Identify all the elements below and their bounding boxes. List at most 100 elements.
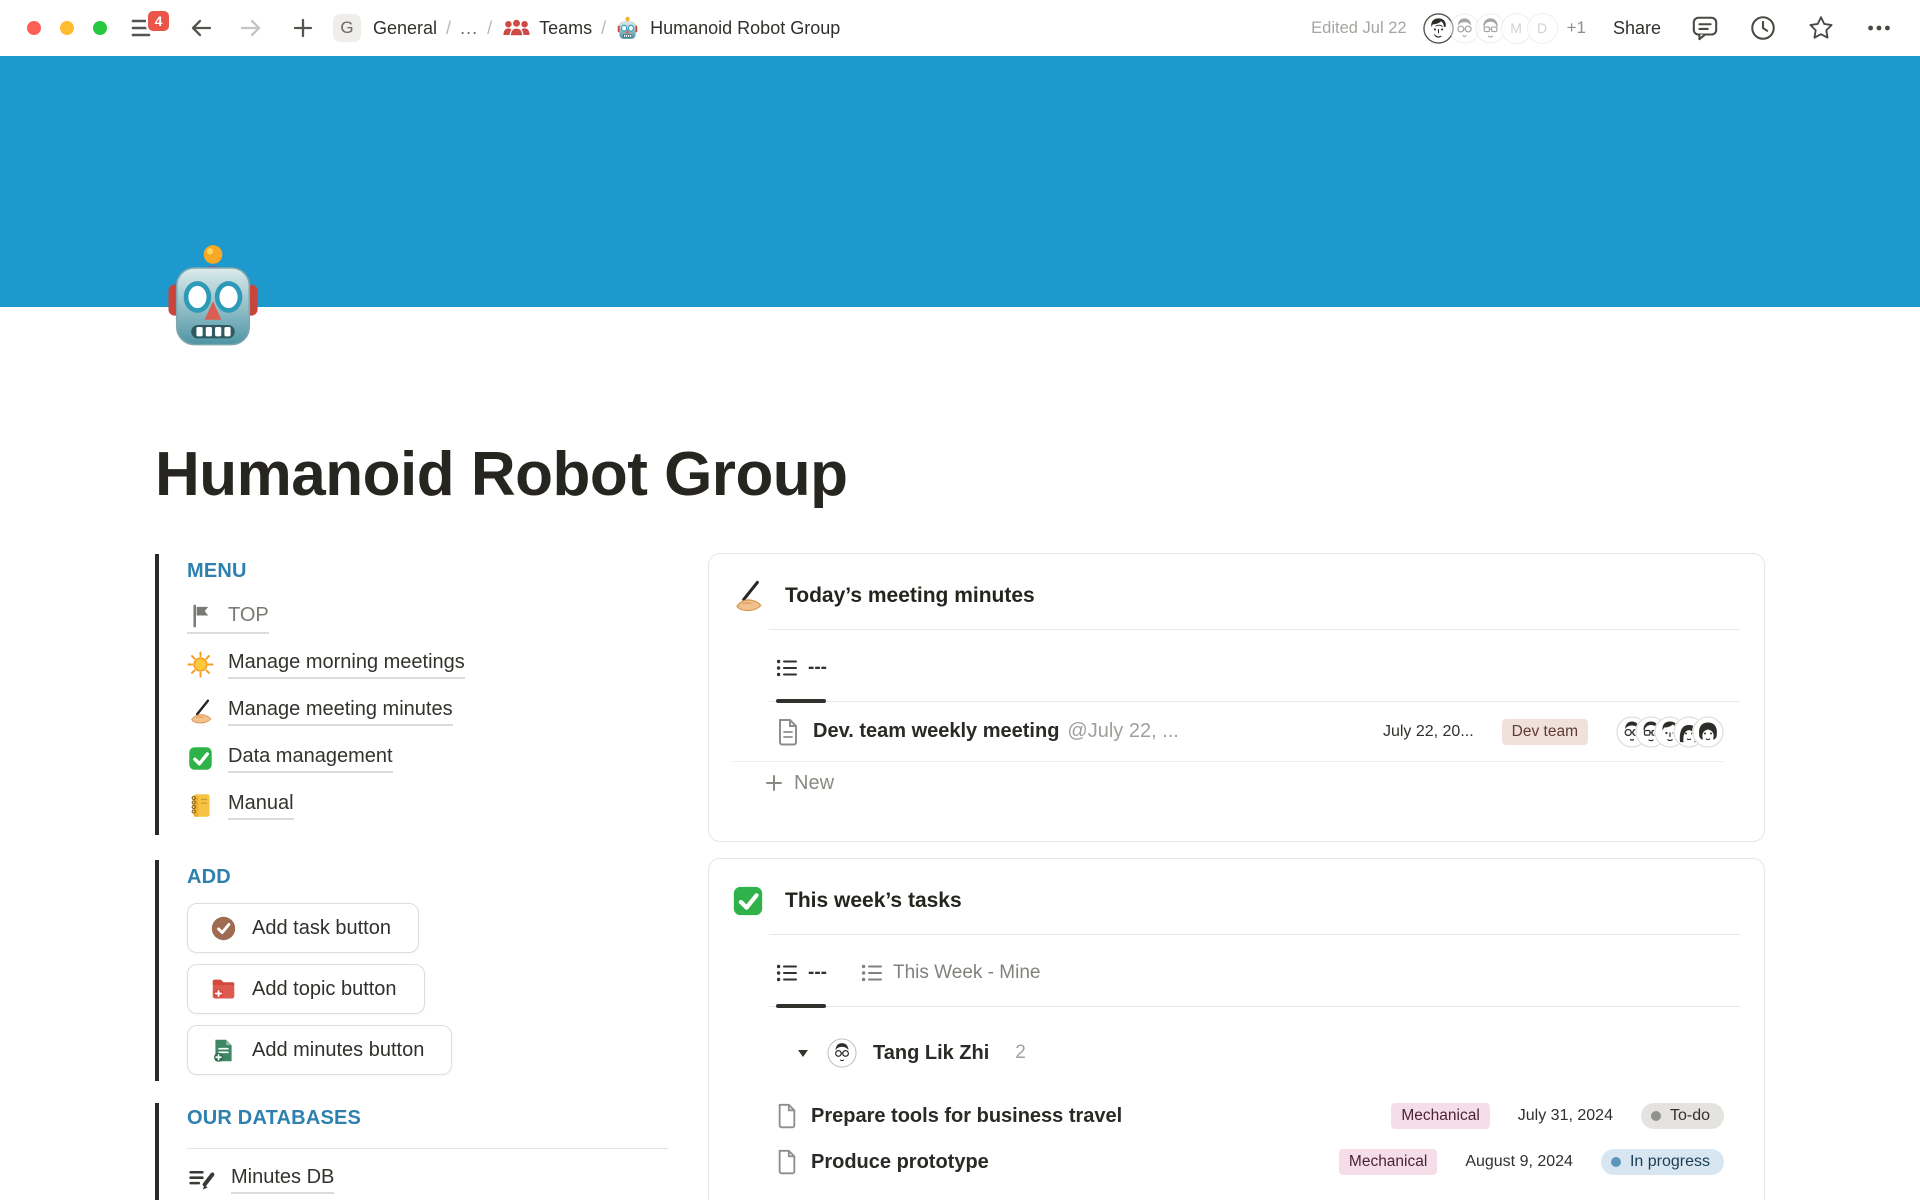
status-dot: [1611, 1157, 1621, 1167]
robot-emoji-icon: [156, 241, 270, 355]
active-tab-indicator: [776, 1004, 826, 1008]
star-icon: [1807, 14, 1835, 42]
menu-link-label: Manage meeting minutes: [228, 698, 453, 726]
weekly-tasks-card: This week’s tasks --- This Week - Mine: [708, 858, 1765, 1200]
attendee-avatars: [1616, 716, 1724, 748]
due-date: August 9, 2024: [1465, 1153, 1573, 1171]
active-tab-indicator: [776, 699, 826, 703]
breadcrumb-workspace[interactable]: General: [373, 18, 437, 39]
task-title: Produce prototype: [811, 1151, 989, 1174]
comment-icon: [1691, 14, 1719, 42]
page-icon: [776, 1103, 798, 1129]
page-icon-robot[interactable]: [156, 241, 270, 355]
forward-arrow-icon: [239, 16, 263, 40]
status-badge: In progress: [1601, 1149, 1724, 1175]
forward-button[interactable]: [239, 16, 263, 40]
share-button[interactable]: Share: [1613, 18, 1661, 39]
add-task-button[interactable]: Add task button: [187, 903, 419, 953]
notification-badge: 4: [146, 9, 171, 33]
view-tab-this-week-mine[interactable]: This Week - Mine: [861, 962, 1040, 984]
comments-button[interactable]: [1691, 14, 1719, 42]
page-cover[interactable]: [0, 56, 1920, 307]
avatar: [827, 1038, 857, 1068]
divider: [187, 1148, 668, 1149]
category-tag: Mechanical: [1391, 1103, 1489, 1129]
divider: [769, 629, 1740, 630]
our-databases-block: OUR DATABASES Minutes DB: [155, 1103, 708, 1200]
clock-icon: [1749, 14, 1777, 42]
memo-pencil-icon: [187, 1165, 216, 1194]
status-dot: [1651, 1111, 1661, 1121]
add-topic-button[interactable]: Add topic button: [187, 964, 425, 1014]
new-row-label: New: [794, 772, 834, 795]
back-button[interactable]: [189, 16, 213, 40]
task-row[interactable]: Prepare tools for business travel Mechan…: [776, 1093, 1724, 1139]
last-edited-label: Edited Jul 22: [1311, 19, 1406, 38]
collapse-caret-icon[interactable]: [796, 1046, 810, 1060]
favorite-button[interactable]: [1807, 14, 1835, 42]
writing-hand-icon: [187, 698, 214, 725]
add-heading: ADD: [187, 864, 708, 890]
task-title: Prepare tools for business travel: [811, 1105, 1122, 1128]
meeting-minutes-card: Today’s meeting minutes --- Dev. tea: [708, 553, 1765, 842]
breadcrumb-collapsed[interactable]: ...: [460, 18, 478, 39]
menu-link-morning-meetings[interactable]: Manage morning meetings: [187, 641, 708, 688]
view-tab-label: This Week - Mine: [893, 962, 1040, 984]
ledger-icon: [187, 792, 214, 819]
left-column: MENU TOP Manage morning meetings: [155, 545, 708, 1200]
close-window-button[interactable]: [27, 21, 41, 35]
right-column: Today’s meeting minutes --- Dev. tea: [708, 545, 1765, 1200]
workspace-chip[interactable]: G: [333, 14, 361, 42]
tabbar-line: [769, 701, 1740, 702]
add-button-label: Add minutes button: [252, 1039, 424, 1062]
card-header: Today’s meeting minutes: [709, 554, 1764, 613]
sidebar-toggle-button[interactable]: 4: [131, 18, 155, 38]
breadcrumb-separator: /: [446, 18, 451, 39]
minimize-window-button[interactable]: [60, 21, 74, 35]
tabbar-line: [769, 1006, 1740, 1007]
check-icon: [187, 745, 214, 772]
menu-link-manual[interactable]: Manual: [187, 782, 708, 829]
sun-icon: [187, 651, 214, 678]
card-title: This week’s tasks: [785, 889, 962, 913]
breadcrumb-page[interactable]: Humanoid Robot Group: [650, 18, 840, 39]
new-row-button[interactable]: New: [764, 762, 1764, 804]
category-tag: Mechanical: [1339, 1149, 1437, 1175]
page-icon: [776, 1149, 798, 1175]
group-count: 2: [1015, 1042, 1026, 1064]
view-tab-default[interactable]: ---: [776, 657, 827, 679]
more-options-button[interactable]: [1865, 14, 1893, 42]
minutes-db-link[interactable]: Minutes DB: [187, 1165, 708, 1194]
card-header: This week’s tasks: [709, 859, 1764, 918]
viewer-avatars[interactable]: M D: [1423, 13, 1558, 44]
team-tag: Dev team: [1502, 719, 1588, 745]
new-page-button[interactable]: [291, 16, 315, 40]
meeting-date-mention: @July 22, ...: [1067, 720, 1178, 743]
view-tab-label: ---: [808, 962, 827, 984]
traffic-lights: [27, 21, 107, 35]
plus-icon: [291, 16, 315, 40]
plus-icon: [764, 773, 784, 793]
document-plus-icon: [210, 1037, 237, 1064]
add-minutes-button[interactable]: Add minutes button: [187, 1025, 452, 1075]
meeting-row[interactable]: Dev. team weekly meeting @July 22, ... J…: [733, 702, 1724, 762]
breadcrumb-separator: /: [601, 18, 606, 39]
menu-link-top[interactable]: TOP: [187, 594, 708, 641]
zoom-window-button[interactable]: [93, 21, 107, 35]
avatar: [1692, 716, 1724, 748]
menu-link-data-management[interactable]: Data management: [187, 735, 708, 782]
view-tab-default[interactable]: ---: [776, 962, 827, 984]
page-icon: [776, 718, 800, 746]
breadcrumb-separator: /: [487, 18, 492, 39]
check-icon: [731, 884, 765, 918]
avatar-overflow-count[interactable]: +1: [1567, 18, 1586, 38]
breadcrumb-teams[interactable]: Teams: [539, 18, 592, 39]
updates-button[interactable]: [1749, 14, 1777, 42]
menu-link-label: Manage morning meetings: [228, 651, 465, 679]
menu-link-label: Manual: [228, 792, 294, 820]
meeting-title: Dev. team weekly meeting: [813, 720, 1059, 743]
task-row[interactable]: Produce prototype Mechanical August 9, 2…: [776, 1139, 1724, 1185]
group-header-row[interactable]: Tang Lik Zhi 2: [796, 1033, 1740, 1073]
menu-heading: MENU: [187, 558, 708, 584]
menu-link-meeting-minutes[interactable]: Manage meeting minutes: [187, 688, 708, 735]
